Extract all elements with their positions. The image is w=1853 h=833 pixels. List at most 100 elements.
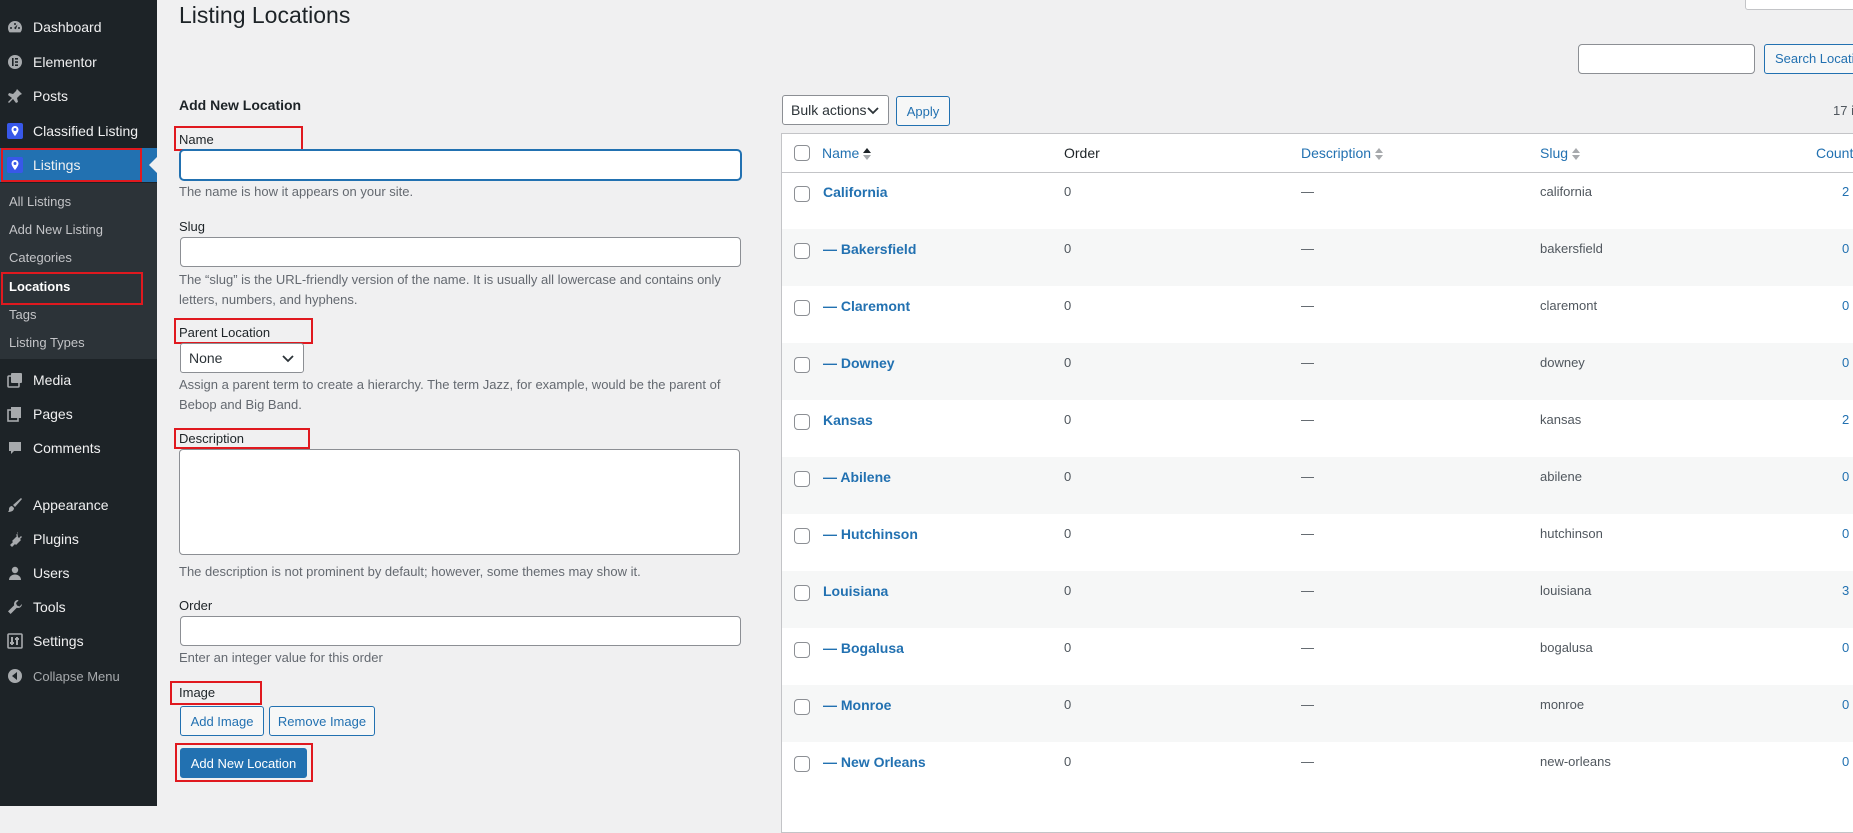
row-count-link[interactable]: 0 xyxy=(1842,355,1849,370)
row-description: — xyxy=(1301,526,1314,541)
column-slug[interactable]: Slug xyxy=(1540,145,1581,161)
location-pin-icon xyxy=(7,123,23,139)
row-name-link[interactable]: Louisiana xyxy=(823,583,888,599)
sort-icon xyxy=(1572,148,1581,161)
row-name-link[interactable]: — Abilene xyxy=(823,469,891,485)
row-description: — xyxy=(1301,355,1314,370)
add-new-location-button[interactable]: Add New Location xyxy=(180,748,307,778)
menu-tools[interactable]: Tools xyxy=(0,590,157,624)
submenu-all-listings[interactable]: All Listings xyxy=(9,192,71,212)
column-description-label: Description xyxy=(1301,145,1372,161)
menu-users[interactable]: Users xyxy=(0,556,157,590)
menu-plugins[interactable]: Plugins xyxy=(0,522,157,556)
row-description: — xyxy=(1301,754,1314,769)
menu-comments[interactable]: Comments xyxy=(0,431,157,465)
row-order: 0 xyxy=(1064,355,1072,370)
row-slug: kansas xyxy=(1540,412,1582,427)
remove-image-button[interactable]: Remove Image xyxy=(269,706,375,736)
row-checkbox[interactable] xyxy=(794,243,810,259)
row-name-link[interactable]: — Downey xyxy=(823,355,895,371)
row-name-link[interactable]: — New Orleans xyxy=(823,754,926,770)
row-checkbox[interactable] xyxy=(794,414,810,430)
menu-posts[interactable]: Posts xyxy=(0,79,157,113)
row-name-link[interactable]: — Hutchinson xyxy=(823,526,918,542)
menu-listings[interactable]: Listings xyxy=(0,148,157,182)
bulk-actions-select[interactable]: Bulk actions xyxy=(782,95,889,125)
row-checkbox[interactable] xyxy=(794,186,810,202)
menu-dashboard[interactable]: Dashboard xyxy=(0,10,157,44)
row-slug: downey xyxy=(1540,355,1585,370)
row-name-link[interactable]: — Bogalusa xyxy=(823,640,904,656)
parent-help-2: Bebop and Big Band. xyxy=(179,397,302,412)
order-field[interactable] xyxy=(180,616,741,646)
submenu-locations[interactable]: Locations xyxy=(9,277,70,297)
parent-location-value: None xyxy=(189,350,223,366)
row-count-link[interactable]: 0 xyxy=(1842,697,1849,712)
add-image-button[interactable]: Add Image xyxy=(180,706,264,736)
row-count-link[interactable]: 3 xyxy=(1842,583,1849,598)
row-checkbox[interactable] xyxy=(794,300,810,316)
row-order: 0 xyxy=(1064,583,1072,598)
column-name[interactable]: Name xyxy=(822,145,872,161)
menu-pages[interactable]: Pages xyxy=(0,397,157,431)
slug-field[interactable] xyxy=(180,237,741,267)
order-help: Enter an integer value for this order xyxy=(179,650,383,665)
name-field[interactable] xyxy=(180,150,741,180)
menu-label: Dashboard xyxy=(33,19,102,35)
row-checkbox[interactable] xyxy=(794,528,810,544)
submenu-add-new-listing[interactable]: Add New Listing xyxy=(9,220,103,240)
listings-submenu: All Listings Add New Listing Categories … xyxy=(0,183,157,359)
row-name-link[interactable]: — Bakersfield xyxy=(823,241,916,257)
row-checkbox[interactable] xyxy=(794,756,810,772)
menu-appearance[interactable]: Appearance xyxy=(0,488,157,522)
row-count-link[interactable]: 2 xyxy=(1842,184,1849,199)
search-locations-button[interactable]: Search Locations xyxy=(1764,44,1853,74)
row-checkbox[interactable] xyxy=(794,585,810,601)
menu-label: Elementor xyxy=(33,54,97,70)
row-name-link[interactable]: — Monroe xyxy=(823,697,891,713)
row-order: 0 xyxy=(1064,241,1072,256)
row-count-link[interactable]: 0 xyxy=(1842,640,1849,655)
row-checkbox[interactable] xyxy=(794,471,810,487)
column-slug-label: Slug xyxy=(1540,145,1569,161)
description-textarea[interactable] xyxy=(179,449,740,555)
pin-icon xyxy=(7,88,23,104)
row-count-link[interactable]: 0 xyxy=(1842,241,1849,256)
screen-options-button[interactable] xyxy=(1745,0,1853,10)
menu-label: Users xyxy=(33,565,70,581)
table-row: — Downey 0 — downey 0 xyxy=(782,343,1853,400)
row-checkbox[interactable] xyxy=(794,357,810,373)
submenu-listing-types[interactable]: Listing Types xyxy=(9,333,85,353)
search-input[interactable] xyxy=(1578,44,1755,74)
menu-media[interactable]: Media xyxy=(0,363,157,397)
table-row: — Monroe 0 — monroe 0 xyxy=(782,685,1853,742)
location-pin-icon xyxy=(7,157,23,173)
menu-elementor[interactable]: Elementor xyxy=(0,45,157,79)
row-checkbox[interactable] xyxy=(794,642,810,658)
menu-classified-listing[interactable]: Classified Listing xyxy=(0,114,157,148)
column-description[interactable]: Description xyxy=(1301,145,1384,161)
row-order: 0 xyxy=(1064,697,1072,712)
menu-label: Settings xyxy=(33,633,84,649)
column-count[interactable]: Count xyxy=(1816,145,1853,161)
collapse-menu-button[interactable]: Collapse Menu xyxy=(0,659,157,693)
row-count-link[interactable]: 0 xyxy=(1842,526,1849,541)
row-name-link[interactable]: California xyxy=(823,184,888,200)
row-name-link[interactable]: Kansas xyxy=(823,412,873,428)
row-order: 0 xyxy=(1064,298,1072,313)
parent-location-select[interactable]: None xyxy=(180,343,304,373)
row-checkbox[interactable] xyxy=(794,699,810,715)
submenu-tags[interactable]: Tags xyxy=(9,305,36,325)
row-count-link[interactable]: 0 xyxy=(1842,469,1849,484)
row-count-link[interactable]: 0 xyxy=(1842,298,1849,313)
submenu-categories[interactable]: Categories xyxy=(9,248,72,268)
name-help: The name is how it appears on your site. xyxy=(179,184,414,199)
apply-button[interactable]: Apply xyxy=(896,96,950,126)
description-help: The description is not prominent by defa… xyxy=(179,564,641,579)
row-name-link[interactable]: — Claremont xyxy=(823,298,910,314)
row-count-link[interactable]: 0 xyxy=(1842,754,1849,769)
elementor-icon xyxy=(7,54,23,70)
row-count-link[interactable]: 2 xyxy=(1842,412,1849,427)
select-all-checkbox[interactable] xyxy=(794,145,810,161)
menu-settings[interactable]: Settings xyxy=(0,624,157,658)
